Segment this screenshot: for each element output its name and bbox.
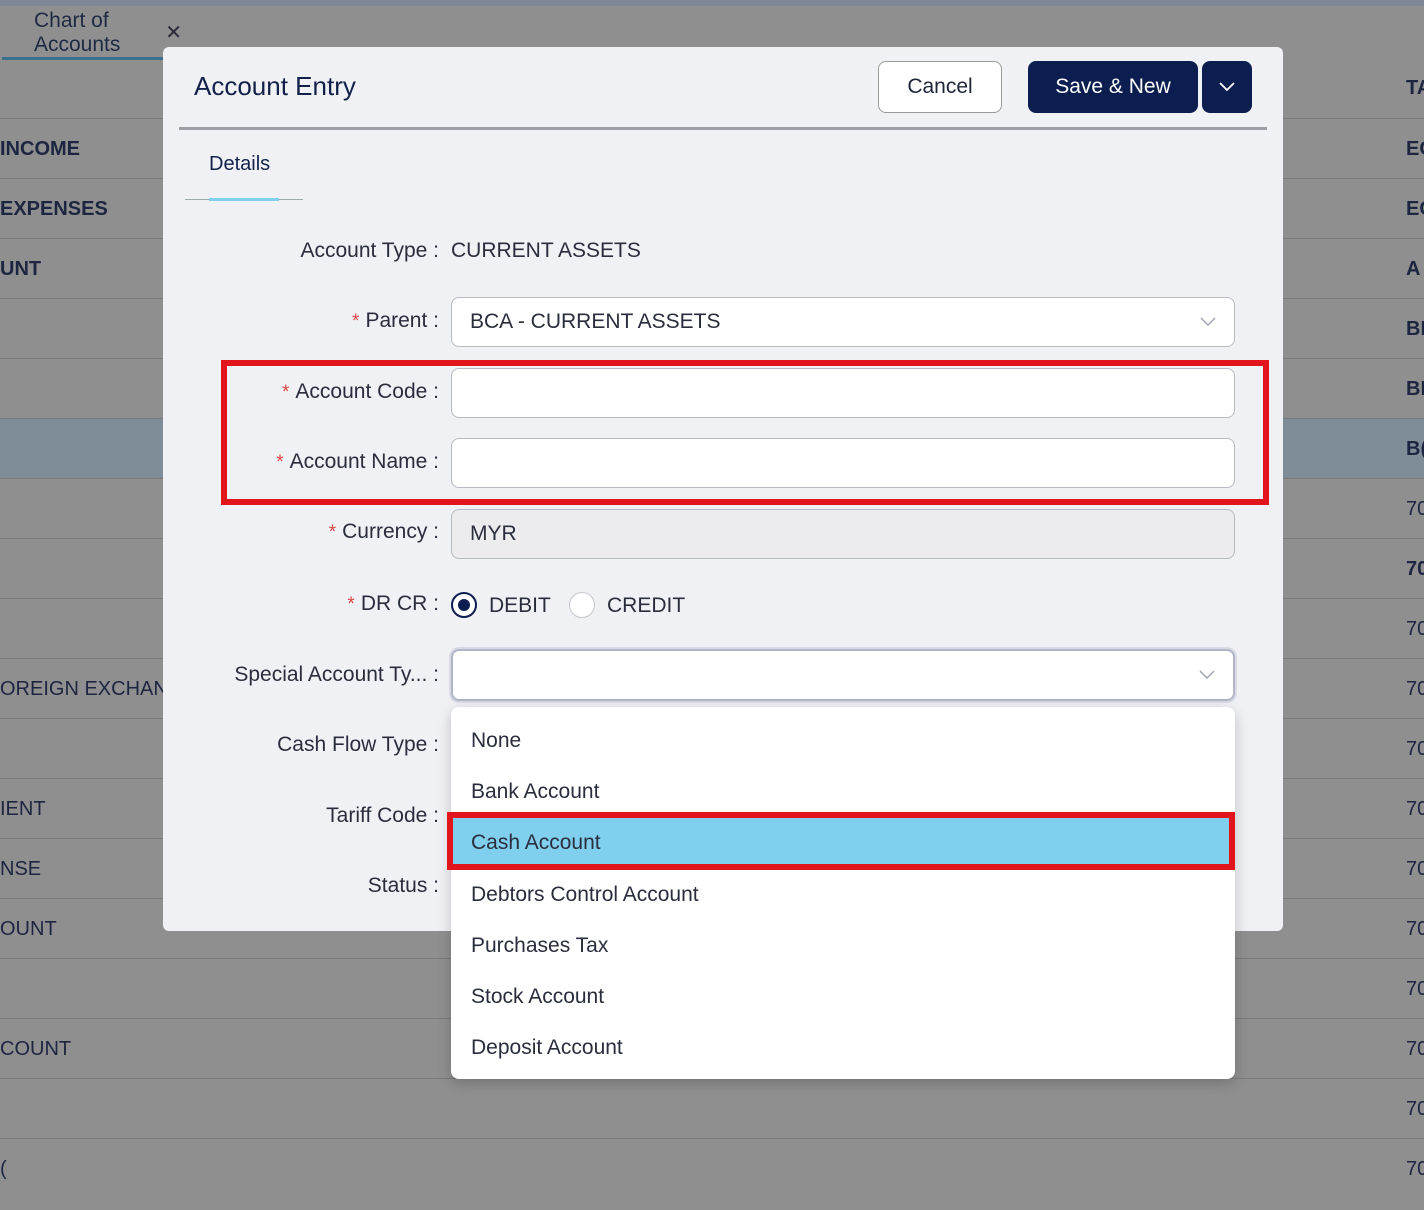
row-name: ( — [0, 1157, 7, 1180]
row-code: BI — [1406, 377, 1424, 400]
required-marker: * — [352, 311, 360, 332]
row-code: 70 — [1406, 617, 1424, 640]
chevron-down-icon — [1219, 82, 1235, 92]
tab-chart-of-accounts[interactable]: Chart of Accounts ✕ — [2, 8, 182, 60]
row-code: 70 — [1406, 497, 1424, 520]
save-options-button[interactable] — [1202, 61, 1252, 113]
dropdown-option[interactable]: Deposit Account — [451, 1022, 1235, 1073]
row-name: UNT — [0, 257, 42, 280]
dropdown-option[interactable]: Purchases Tax — [451, 920, 1235, 971]
row-code: EC — [1406, 137, 1424, 160]
dropdown-option[interactable]: Stock Account — [451, 971, 1235, 1022]
tab-label: Chart of Accounts — [34, 8, 121, 56]
row-code: 70 — [1406, 737, 1424, 760]
currency-label: * Currency : — [328, 520, 439, 543]
row-name: INCOME — [0, 137, 80, 160]
dialog-title: Account Entry — [194, 71, 356, 101]
annotation-highlight-box — [447, 812, 1235, 870]
chevron-down-icon — [1200, 317, 1216, 326]
dropdown-option[interactable]: None — [451, 715, 1235, 766]
status-label: Status : — [367, 874, 439, 897]
cancel-button[interactable]: Cancel — [878, 61, 1002, 113]
row-code: TA — [1406, 76, 1424, 99]
currency-field: MYR — [451, 509, 1235, 559]
row-code: 70 — [1406, 677, 1424, 700]
credit-label: CREDIT — [607, 594, 686, 617]
row-name: OREIGN EXCHAN — [0, 677, 168, 700]
dropdown-option[interactable]: Debtors Control Account — [451, 869, 1235, 920]
chevron-down-icon — [1199, 670, 1215, 679]
row-code: 70 — [1406, 857, 1424, 880]
account-type-label: Account Type : — [300, 239, 439, 262]
row-code: BI — [1406, 317, 1424, 340]
tariff-code-label: Tariff Code : — [326, 804, 439, 827]
drcr-label: * DR CR : — [347, 592, 439, 615]
top-bar — [0, 0, 1424, 6]
row-name: NSE — [0, 857, 42, 880]
debit-radio[interactable] — [451, 592, 477, 618]
row-code: 70 — [1406, 1157, 1424, 1180]
required-marker: * — [347, 594, 355, 615]
cash-flow-type-label: Cash Flow Type : — [277, 733, 439, 756]
row-code: 70 — [1406, 977, 1424, 1000]
parent-select[interactable]: BCA - CURRENT ASSETS — [451, 297, 1235, 347]
parent-label: * Parent : — [352, 309, 439, 332]
row-code: 70 — [1406, 917, 1424, 940]
row-code: 70 — [1406, 1097, 1424, 1120]
row-code: 70 — [1406, 1037, 1424, 1060]
row-name: OUNT — [0, 917, 57, 940]
special-account-type-select[interactable] — [451, 649, 1235, 701]
tab-details[interactable]: Details — [209, 153, 270, 176]
parent-value: BCA - CURRENT ASSETS — [470, 310, 721, 333]
row-name: EXPENSES — [0, 197, 108, 220]
required-marker: * — [328, 522, 337, 543]
annotation-highlight-box — [221, 360, 1269, 505]
debit-label: DEBIT — [489, 594, 551, 617]
special-account-type-label: Special Account Ty... : — [234, 663, 439, 686]
table-row[interactable]: 70 — [0, 1078, 1424, 1138]
header-divider — [179, 127, 1267, 130]
row-name: COUNT — [0, 1037, 72, 1060]
row-code: A — [1406, 257, 1421, 280]
row-code: 70 — [1406, 797, 1424, 820]
currency-value: MYR — [470, 522, 517, 545]
special-account-type-options: None Bank Account Cash Account Debtors Cont… — [451, 707, 1235, 1079]
row-name: IENT — [0, 797, 46, 820]
account-type-value: CURRENT ASSETS — [451, 239, 641, 262]
table-row[interactable]: (70 — [0, 1138, 1424, 1198]
row-code: EC — [1406, 197, 1424, 220]
save-and-new-button[interactable]: Save & New — [1028, 61, 1198, 113]
dropdown-option[interactable]: Bank Account — [451, 766, 1235, 817]
credit-radio[interactable] — [569, 592, 595, 618]
row-code: 70 — [1406, 557, 1424, 580]
tab-active-indicator — [209, 198, 279, 201]
close-icon[interactable]: ✕ — [165, 20, 182, 45]
row-code: B( — [1406, 437, 1424, 460]
